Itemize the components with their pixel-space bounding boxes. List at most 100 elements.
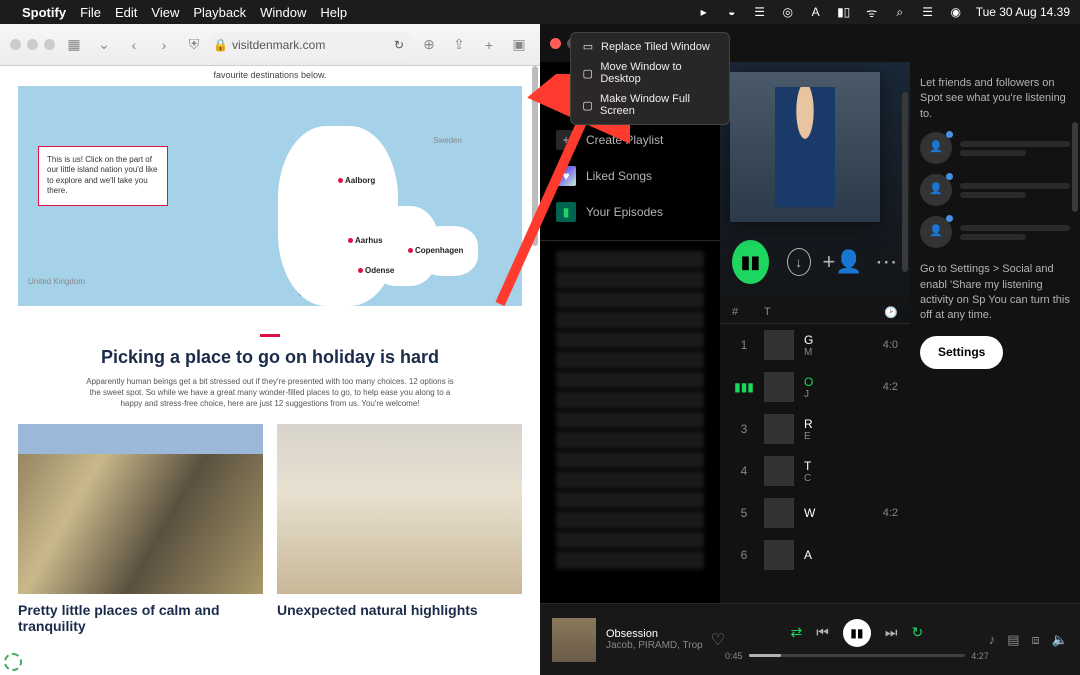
back-icon[interactable]: ‹ bbox=[123, 34, 145, 56]
table-row[interactable]: 3RE bbox=[720, 408, 910, 450]
list-item[interactable] bbox=[556, 551, 704, 569]
safari-traffic-lights[interactable] bbox=[10, 39, 55, 50]
denmark-map[interactable]: This is us! Click on the part of our lit… bbox=[18, 86, 522, 306]
list-item[interactable] bbox=[556, 431, 704, 449]
safari-window: ▦ ⌄ ‹ › ⛨ 🔒 visitdenmark.com ↻ ⊕ ⇪ + ▣ f… bbox=[0, 24, 540, 675]
menu-full-screen[interactable]: ▢Make Window Full Screen bbox=[571, 89, 729, 121]
tile-natural[interactable]: Unexpected natural highlights bbox=[277, 424, 522, 636]
menu-playback[interactable]: Playback bbox=[193, 5, 246, 20]
city-aarhus[interactable]: Aarhus bbox=[348, 236, 383, 245]
menubar-datetime[interactable]: Tue 30 Aug 14.39 bbox=[976, 5, 1070, 19]
sidebar-toggle-icon[interactable]: ▦ bbox=[63, 34, 85, 56]
control-center-icon[interactable]: ☰ bbox=[920, 4, 936, 20]
repeat-icon[interactable]: ↻ bbox=[912, 624, 924, 641]
list-item[interactable] bbox=[556, 411, 704, 429]
now-playing-title[interactable]: Obsession bbox=[606, 628, 703, 640]
list-item[interactable] bbox=[556, 311, 704, 329]
table-row[interactable]: ▮▮▮OJ4:2 bbox=[720, 366, 910, 408]
settings-button[interactable]: Settings bbox=[920, 336, 1003, 369]
download-icon[interactable]: ⊕ bbox=[418, 34, 440, 56]
list-item[interactable] bbox=[556, 451, 704, 469]
queue-icon[interactable]: ▤ bbox=[1007, 632, 1019, 648]
city-copenhagen[interactable]: Copenhagen bbox=[408, 246, 463, 255]
list-item[interactable] bbox=[556, 331, 704, 349]
list-item[interactable] bbox=[556, 511, 704, 529]
spotify-player-bar: Obsession Jacob, PIRAMD, Trop ♡ ⇄ ⏮ ▮▮ ⏭… bbox=[540, 603, 1080, 675]
lyrics-icon[interactable]: ♪ bbox=[989, 632, 996, 648]
total-time: 4:27 bbox=[971, 651, 989, 661]
list-item[interactable] bbox=[556, 291, 704, 309]
col-number[interactable]: # bbox=[732, 306, 756, 319]
map-label-uk: United Kingdom bbox=[28, 277, 85, 286]
list-item[interactable] bbox=[556, 531, 704, 549]
spotify-scrollbar[interactable] bbox=[902, 92, 908, 272]
safari-scrollbar[interactable] bbox=[532, 66, 538, 246]
playlist-cover[interactable] bbox=[730, 72, 880, 222]
city-odense[interactable]: Odense bbox=[358, 266, 394, 275]
list-item[interactable] bbox=[556, 491, 704, 509]
new-tab-icon[interactable]: + bbox=[478, 34, 500, 56]
sidebar-liked-songs[interactable]: ♥Liked Songs bbox=[540, 158, 720, 194]
download-playlist-icon[interactable]: ↓ bbox=[787, 248, 811, 276]
devices-icon[interactable]: ⧈ bbox=[1032, 632, 1040, 648]
menu-view[interactable]: View bbox=[151, 5, 179, 20]
next-icon[interactable]: ⏭ bbox=[885, 624, 898, 641]
keyboard-icon[interactable]: A bbox=[808, 4, 824, 20]
close-icon[interactable] bbox=[550, 38, 561, 49]
table-row[interactable]: 5W4:2 bbox=[720, 492, 910, 534]
wifi-icon[interactable]: ᯤ bbox=[864, 4, 880, 20]
spotify-sidebar: +Create Playlist ♥Liked Songs ▮Your Epis… bbox=[540, 62, 720, 603]
progress-bar[interactable] bbox=[749, 654, 966, 657]
url-field[interactable]: 🔒 visitdenmark.com ↻ bbox=[213, 32, 410, 58]
list-item[interactable] bbox=[556, 251, 704, 269]
list-item[interactable] bbox=[556, 391, 704, 409]
list-item[interactable] bbox=[556, 351, 704, 369]
menu-replace-tiled[interactable]: ▭Replace Tiled Window bbox=[571, 36, 729, 57]
like-icon[interactable]: ♡ bbox=[711, 630, 725, 650]
table-row[interactable]: 6A bbox=[720, 534, 910, 576]
now-playing-artist[interactable]: Jacob, PIRAMD, Trop bbox=[606, 640, 703, 651]
menu-edit[interactable]: Edit bbox=[115, 5, 137, 20]
siri-icon[interactable]: ◉ bbox=[948, 4, 964, 20]
list-item[interactable] bbox=[556, 271, 704, 289]
tile-calm[interactable]: Pretty little places of calm and tranqui… bbox=[18, 424, 263, 636]
city-aalborg[interactable]: Aalborg bbox=[338, 176, 375, 185]
menubar-icon-4[interactable]: ◎ bbox=[780, 4, 796, 20]
tabs-icon[interactable]: ▣ bbox=[508, 34, 530, 56]
col-duration-icon[interactable]: 🕑 bbox=[868, 306, 898, 319]
play-pause-button[interactable]: ▮▮ bbox=[843, 619, 871, 647]
friends-scrollbar[interactable] bbox=[1072, 122, 1078, 212]
menubar-icon-2[interactable]: ◒ bbox=[724, 4, 740, 20]
add-user-icon[interactable]: +👤 bbox=[829, 248, 857, 276]
reload-icon[interactable]: ↻ bbox=[394, 38, 410, 52]
play-button[interactable]: ▮▮ bbox=[732, 240, 769, 284]
menu-move-desktop[interactable]: ▢Move Window to Desktop bbox=[571, 57, 729, 89]
list-item[interactable] bbox=[556, 471, 704, 489]
forward-icon[interactable]: › bbox=[153, 34, 175, 56]
menu-help[interactable]: Help bbox=[320, 5, 347, 20]
menu-file[interactable]: File bbox=[80, 5, 101, 20]
table-row[interactable]: 4TC bbox=[720, 450, 910, 492]
avatar-icon: 👤 bbox=[920, 174, 952, 206]
menu-window[interactable]: Window bbox=[260, 5, 306, 20]
chevron-down-icon[interactable]: ⌄ bbox=[93, 34, 115, 56]
previous-icon[interactable]: ⏮ bbox=[816, 624, 829, 641]
edit-badge-icon[interactable] bbox=[4, 653, 22, 671]
section-divider bbox=[260, 334, 280, 337]
sidebar-your-episodes[interactable]: ▮Your Episodes bbox=[540, 194, 720, 230]
menubar-icon-1[interactable]: ▸ bbox=[696, 4, 712, 20]
share-icon[interactable]: ⇪ bbox=[448, 34, 470, 56]
list-item[interactable] bbox=[556, 371, 704, 389]
volume-icon[interactable]: 🔈 bbox=[1052, 632, 1068, 648]
more-icon[interactable]: ⋯ bbox=[875, 248, 898, 276]
spotlight-icon[interactable]: ⌕ bbox=[892, 4, 908, 20]
shield-icon[interactable]: ⛨ bbox=[183, 34, 205, 56]
menubar-app-name[interactable]: Spotify bbox=[22, 5, 66, 20]
col-title[interactable]: T bbox=[764, 306, 868, 319]
sidebar-create-playlist[interactable]: +Create Playlist bbox=[540, 122, 720, 158]
menubar-icon-3[interactable]: ☰ bbox=[752, 4, 768, 20]
table-row[interactable]: 1GM4:0 bbox=[720, 324, 910, 366]
now-playing-art[interactable] bbox=[552, 618, 596, 662]
shuffle-icon[interactable]: ⇄ bbox=[791, 624, 803, 641]
battery-icon[interactable]: ▮▯ bbox=[836, 4, 852, 20]
